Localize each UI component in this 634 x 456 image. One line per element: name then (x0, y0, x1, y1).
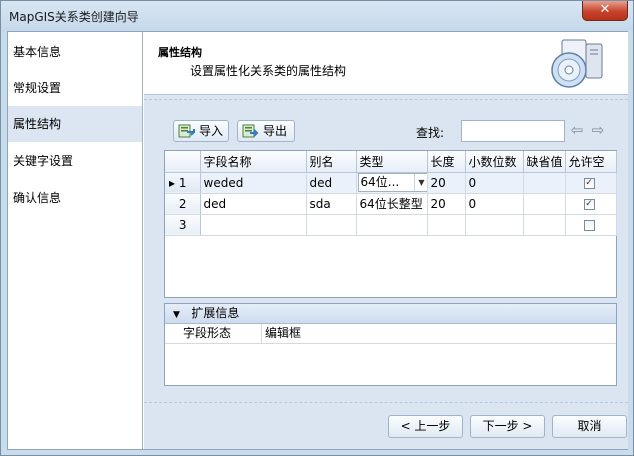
cell-length[interactable] (427, 214, 466, 236)
column-header-field-name[interactable]: 字段名称 (200, 151, 307, 173)
type-combobox[interactable]: 64位... ▼ (357, 173, 427, 192)
table-row[interactable]: ▸ 2 ded sda 64位长整型 20 0 ✓ (165, 193, 617, 215)
cell-length[interactable]: 20 (427, 193, 466, 215)
type-combobox-value: 64位... (360, 175, 400, 189)
search-next-arrow-icon[interactable]: ⇨ (588, 121, 608, 141)
cell-field-name[interactable]: weded (200, 172, 307, 194)
cell-alias[interactable]: ded (306, 172, 357, 194)
property-value[interactable]: 编辑框 (265, 324, 301, 343)
cell-nullable[interactable] (565, 214, 617, 236)
grid-header-row: 字段名称 别名 类型 长度 小数位数 缺省值 允许空 (165, 151, 617, 173)
search-label: 查找: (416, 126, 445, 140)
cell-default[interactable] (523, 193, 566, 215)
wizard-window: MapGIS关系类创建向导 ✕ 基本信息 常规设置 属性结构 关键字设置 确认信… (0, 0, 634, 456)
extended-info-panel: ▼ 扩展信息 字段形态 编辑框 (164, 303, 617, 386)
sidebar-item-attribute-structure[interactable]: 属性结构 (8, 106, 142, 142)
column-header-rowhdr (165, 151, 201, 173)
import-label: 导入 (199, 124, 224, 138)
search-prev-arrow-icon[interactable]: ⇦ (567, 121, 587, 141)
footer-divider (144, 402, 628, 403)
header-divider (144, 99, 628, 100)
export-label: 导出 (263, 124, 288, 138)
cancel-button[interactable]: 取消 (552, 415, 627, 438)
page-header: 属性结构 设置属性化关系类的属性结构 (144, 32, 628, 95)
nullable-checkbox[interactable]: ✓ (583, 198, 595, 210)
search-input[interactable] (461, 120, 565, 142)
cell-nullable[interactable]: ✓ (565, 193, 617, 215)
cell-type[interactable]: 64位长整型 (356, 193, 428, 215)
wizard-cd-icon (551, 39, 603, 88)
extended-info-header[interactable]: ▼ 扩展信息 (165, 304, 616, 324)
property-row[interactable]: 字段形态 编辑框 (165, 324, 616, 344)
column-header-default[interactable]: 缺省值 (523, 151, 566, 173)
export-button[interactable]: 导出 (237, 120, 295, 142)
cell-decimals[interactable]: 0 (465, 193, 524, 215)
page-subtitle: 设置属性化关系类的属性结构 (190, 64, 347, 78)
wizard-steps-sidebar: 基本信息 常规设置 属性结构 关键字设置 确认信息 (8, 32, 143, 449)
column-header-alias[interactable]: 别名 (306, 151, 357, 173)
cell-type[interactable]: 64位... ▼ (356, 172, 428, 194)
current-row-icon: ▸ (169, 175, 176, 190)
main-panel: 属性结构 设置属性化关系类的属性结构 导入 导出 查找: ⇦ ⇨ 字段名称 别名… (144, 32, 628, 449)
cell-field-name[interactable] (200, 214, 307, 236)
import-icon (178, 124, 195, 138)
property-key: 字段形态 (165, 324, 262, 343)
row-header[interactable]: ▸ 1 (165, 172, 201, 194)
row-header[interactable]: ▸ 3 (165, 214, 201, 236)
client-area: 基本信息 常规设置 属性结构 关键字设置 确认信息 属性结构 设置属性化关系类的… (7, 31, 628, 450)
cell-alias[interactable]: sda (306, 193, 357, 215)
attribute-grid[interactable]: 字段名称 别名 类型 长度 小数位数 缺省值 允许空 ▸ 1 weded ded (164, 150, 617, 298)
column-header-nullable[interactable]: 允许空 (565, 151, 617, 173)
row-number: 2 (178, 196, 187, 211)
cell-default[interactable] (523, 214, 566, 236)
prev-button[interactable]: < 上一步 (388, 415, 463, 438)
table-row[interactable]: ▸ 3 (165, 214, 617, 236)
window-title: MapGIS关系类创建向导 (9, 10, 139, 24)
sidebar-item-confirm-info[interactable]: 确认信息 (8, 180, 142, 216)
cell-type[interactable] (356, 214, 428, 236)
table-row[interactable]: ▸ 1 weded ded 64位... ▼ 20 0 ✓ (165, 172, 617, 194)
nullable-checkbox[interactable]: ✓ (583, 177, 595, 189)
collapse-triangle-icon[interactable]: ▼ (173, 310, 180, 320)
sidebar-item-key-settings[interactable]: 关键字设置 (8, 143, 142, 179)
export-icon (242, 124, 259, 138)
next-button[interactable]: 下一步 > (470, 415, 545, 438)
row-number: 3 (178, 217, 187, 232)
import-button[interactable]: 导入 (173, 120, 229, 142)
sidebar-item-basic-info[interactable]: 基本信息 (8, 34, 142, 70)
column-header-length[interactable]: 长度 (427, 151, 466, 173)
cell-alias[interactable] (306, 214, 357, 236)
cell-decimals[interactable] (465, 214, 524, 236)
cell-nullable[interactable]: ✓ (565, 172, 617, 194)
cell-default[interactable] (523, 172, 566, 194)
nullable-checkbox[interactable] (583, 219, 595, 231)
sidebar-item-general-settings[interactable]: 常规设置 (8, 70, 142, 106)
close-button[interactable]: ✕ (582, 1, 628, 21)
column-header-type[interactable]: 类型 (356, 151, 428, 173)
row-number: 1 (178, 175, 187, 190)
column-header-decimals[interactable]: 小数位数 (465, 151, 524, 173)
cell-field-name[interactable]: ded (200, 193, 307, 215)
cell-decimals[interactable]: 0 (465, 172, 524, 194)
cell-length[interactable]: 20 (427, 172, 466, 194)
row-header[interactable]: ▸ 2 (165, 193, 201, 215)
title-bar: MapGIS关系类创建向导 ✕ (1, 1, 633, 31)
page-title: 属性结构 (158, 46, 202, 59)
extended-info-title: 扩展信息 (191, 306, 240, 320)
chevron-down-icon[interactable]: ▼ (413, 174, 427, 191)
